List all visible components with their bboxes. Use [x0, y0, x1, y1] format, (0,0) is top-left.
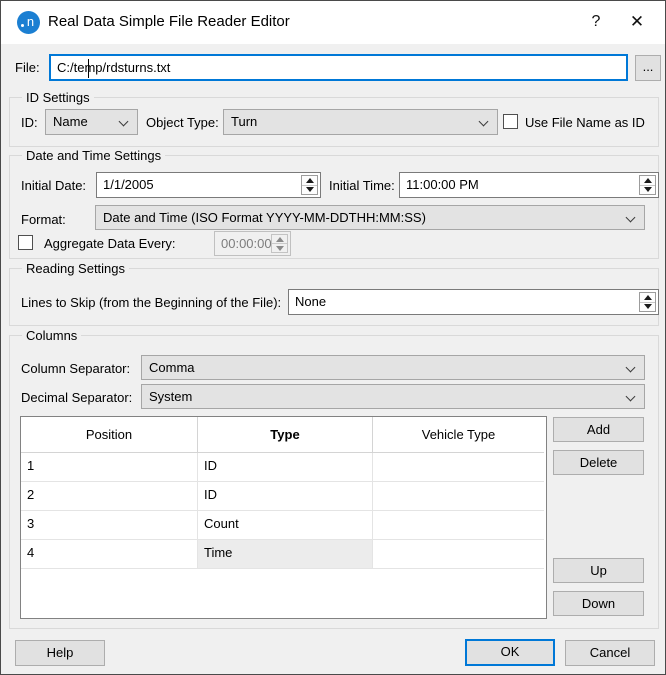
- spin-up-button[interactable]: [640, 176, 655, 186]
- spin-up-icon: [643, 177, 652, 183]
- table-cell-vehicle-type[interactable]: [373, 540, 544, 569]
- chevron-down-icon: [625, 391, 636, 402]
- chevron-down-icon: [478, 116, 489, 127]
- spin-down-icon: [643, 304, 652, 310]
- close-icon[interactable]: ✕: [625, 10, 649, 34]
- id-combobox[interactable]: Name: [45, 109, 138, 135]
- text-caret: [88, 59, 89, 78]
- aggregate-label: Aggregate Data Every:: [44, 236, 176, 251]
- logo-dot: [21, 24, 24, 27]
- object-type-combobox-value: Turn: [231, 114, 258, 129]
- column-separator-label: Column Separator:: [21, 361, 131, 376]
- table-cell-type[interactable]: Count: [198, 511, 373, 540]
- spin-down-button: [272, 244, 287, 252]
- table-cell-vehicle-type[interactable]: [373, 453, 544, 482]
- lines-to-skip-spinner[interactable]: None: [288, 289, 659, 315]
- app-logo-icon: n: [17, 11, 40, 34]
- spin-down-icon: [305, 187, 314, 193]
- spin-up-button[interactable]: [640, 293, 655, 303]
- dialog-real-data-simple-file-reader-editor: n Real Data Simple File Reader Editor ? …: [0, 0, 666, 675]
- columns-table: Position Type Vehicle Type 1 ID 2 ID 3 C…: [20, 416, 547, 619]
- spin-down-icon: [275, 245, 284, 251]
- format-combobox-value: Date and Time (ISO Format YYYY-MM-DDTHH:…: [103, 210, 426, 225]
- aggregate-interval-value: 00:00:00: [221, 236, 272, 251]
- spinner-buttons: [301, 175, 318, 195]
- down-button[interactable]: Down: [553, 591, 644, 616]
- table-cell-vehicle-type[interactable]: [373, 482, 544, 511]
- spinner-buttons: [639, 292, 656, 312]
- column-header-position[interactable]: Position: [21, 417, 198, 453]
- lines-to-skip-label: Lines to Skip (from the Beginning of the…: [21, 295, 282, 310]
- spin-down-button[interactable]: [302, 186, 317, 195]
- file-label: File:: [15, 60, 40, 75]
- column-header-vehicle-type[interactable]: Vehicle Type: [373, 417, 544, 453]
- aggregate-checkbox[interactable]: [18, 235, 33, 250]
- help-icon[interactable]: ?: [584, 10, 608, 34]
- group-title-id-settings: ID Settings: [22, 90, 94, 105]
- initial-time-label: Initial Time:: [329, 178, 395, 193]
- chevron-down-icon: [625, 362, 636, 373]
- window-title: Real Data Simple File Reader Editor: [48, 13, 290, 30]
- spinner-buttons: [639, 175, 656, 195]
- initial-date-spinner[interactable]: 1/1/2005: [96, 172, 321, 198]
- format-label: Format:: [21, 212, 66, 227]
- decimal-separator-label: Decimal Separator:: [21, 390, 133, 405]
- spin-up-button[interactable]: [302, 176, 317, 186]
- cancel-button[interactable]: Cancel: [565, 640, 655, 666]
- ok-button[interactable]: OK: [465, 639, 555, 666]
- chevron-down-icon: [118, 116, 129, 127]
- add-button[interactable]: Add: [553, 417, 644, 442]
- group-title-columns: Columns: [22, 328, 82, 343]
- lines-to-skip-value: None: [295, 294, 327, 309]
- group-title-reading-settings: Reading Settings: [22, 261, 130, 276]
- initial-time-value: 11:00:00 PM: [406, 177, 479, 192]
- aggregate-interval-spinner: 00:00:00: [214, 231, 291, 256]
- column-header-type[interactable]: Type: [198, 417, 373, 453]
- spin-up-icon: [275, 236, 284, 242]
- spin-up-icon: [305, 177, 314, 183]
- logo-letter: n: [26, 14, 35, 29]
- spin-down-button[interactable]: [640, 186, 655, 195]
- group-title-datetime-settings: Date and Time Settings: [22, 148, 166, 163]
- table-cell-type[interactable]: ID: [198, 482, 373, 511]
- table-empty-area: [21, 569, 544, 618]
- id-label: ID:: [21, 115, 38, 130]
- title-bar: n Real Data Simple File Reader Editor ? …: [1, 1, 665, 44]
- initial-time-spinner[interactable]: 11:00:00 PM: [399, 172, 659, 198]
- decimal-separator-value: System: [149, 389, 193, 404]
- spin-up-icon: [643, 294, 652, 300]
- decimal-separator-combobox[interactable]: System: [141, 384, 645, 409]
- table-cell-position[interactable]: 2: [21, 482, 198, 511]
- delete-button[interactable]: Delete: [553, 450, 644, 475]
- spin-down-button[interactable]: [640, 303, 655, 312]
- column-separator-combobox[interactable]: Comma: [141, 355, 645, 380]
- object-type-combobox[interactable]: Turn: [223, 109, 498, 135]
- chevron-down-icon: [625, 212, 636, 223]
- spinner-buttons: [271, 234, 288, 253]
- id-combobox-value: Name: [53, 114, 88, 129]
- table-cell-position[interactable]: 3: [21, 511, 198, 540]
- spin-up-button: [272, 235, 287, 244]
- file-path-input[interactable]: C:/temp/rdsturns.txt: [49, 54, 628, 81]
- use-file-name-label: Use File Name as ID: [525, 115, 645, 130]
- format-combobox[interactable]: Date and Time (ISO Format YYYY-MM-DDTHH:…: [95, 205, 645, 230]
- table-cell-position[interactable]: 1: [21, 453, 198, 482]
- initial-date-label: Initial Date:: [21, 178, 87, 193]
- file-path-value: C:/temp/rdsturns.txt: [57, 60, 171, 75]
- column-separator-value: Comma: [149, 360, 195, 375]
- object-type-label: Object Type:: [146, 115, 219, 130]
- up-button[interactable]: Up: [553, 558, 644, 583]
- browse-button[interactable]: ...: [635, 55, 661, 81]
- help-button[interactable]: Help: [15, 640, 105, 666]
- initial-date-value: 1/1/2005: [103, 177, 154, 192]
- table-cell-vehicle-type[interactable]: [373, 511, 544, 540]
- table-cell-type[interactable]: ID: [198, 453, 373, 482]
- use-file-name-checkbox[interactable]: [503, 114, 518, 129]
- table-cell-position[interactable]: 4: [21, 540, 198, 569]
- table-cell-type-selected[interactable]: Time: [198, 540, 373, 569]
- spin-down-icon: [643, 187, 652, 193]
